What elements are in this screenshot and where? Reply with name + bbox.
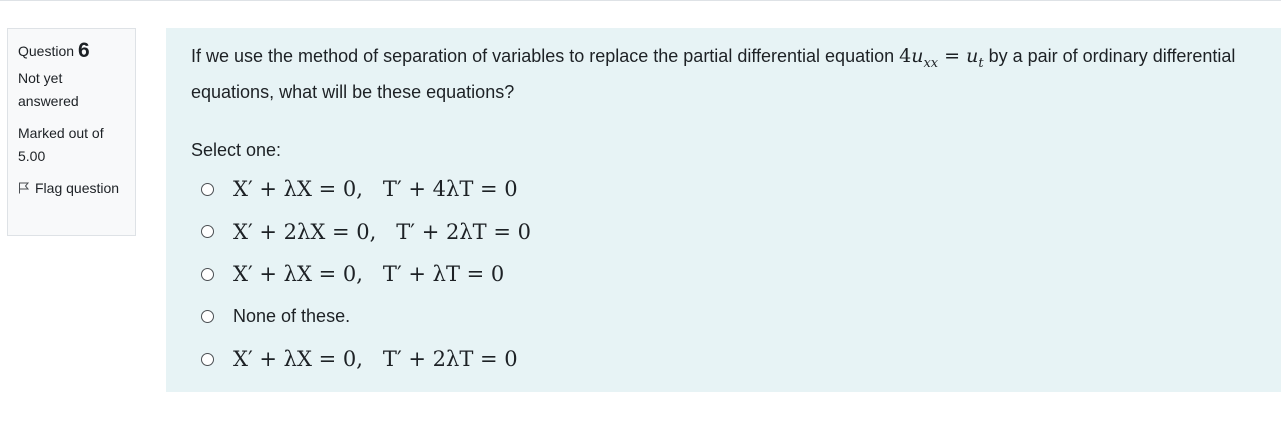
pde-equation: 4uxx = ut bbox=[899, 45, 984, 71]
question-state: Not yet answered bbox=[18, 70, 79, 109]
answer-text: X′ + λX = 0, T′ + λT = 0 bbox=[233, 262, 505, 287]
answer-option-e[interactable]: X′ + λX = 0, T′ + 2λT = 0 bbox=[201, 338, 1281, 381]
question-text-before: If we use the method of separation of va… bbox=[191, 46, 900, 66]
question-grade: Marked out of 5.00 bbox=[18, 125, 104, 164]
answer-list: X′ + λX = 0, T′ + 4λT = 0 X′ + 2λX = 0, … bbox=[201, 168, 1281, 381]
radio-button[interactable] bbox=[201, 352, 214, 366]
question-heading: Question 6 bbox=[18, 39, 125, 63]
answer-option-c[interactable]: X′ + λX = 0, T′ + λT = 0 bbox=[201, 253, 1281, 296]
select-prompt: Select one: bbox=[191, 139, 282, 160]
question-content: If we use the method of separation of va… bbox=[166, 28, 1281, 392]
flag-question-link[interactable]: Flag question bbox=[18, 177, 125, 200]
radio-button[interactable] bbox=[201, 225, 214, 239]
flag-icon bbox=[19, 182, 30, 194]
flag-label: Flag question bbox=[35, 180, 120, 196]
radio-button[interactable] bbox=[201, 310, 214, 324]
answer-text: None of these. bbox=[233, 306, 351, 327]
radio-button[interactable] bbox=[201, 182, 214, 196]
question-info-panel: Question 6 Not yet answered Marked out o… bbox=[7, 28, 136, 236]
question-number: 6 bbox=[77, 39, 90, 62]
answer-option-a[interactable]: X′ + λX = 0, T′ + 4λT = 0 bbox=[201, 168, 1281, 211]
answer-option-b[interactable]: X′ + 2λX = 0, T′ + 2λT = 0 bbox=[201, 210, 1281, 253]
question-text: If we use the method of separation of va… bbox=[191, 42, 1276, 106]
answer-text: X′ + λX = 0, T′ + 4λT = 0 bbox=[233, 177, 518, 202]
top-divider bbox=[0, 0, 1281, 1]
question-label: Question bbox=[18, 43, 75, 59]
answer-option-d[interactable]: None of these. bbox=[201, 295, 1281, 338]
answer-text: X′ + λX = 0, T′ + 2λT = 0 bbox=[233, 347, 518, 372]
answer-text: X′ + 2λX = 0, T′ + 2λT = 0 bbox=[233, 219, 531, 244]
radio-button[interactable] bbox=[201, 267, 214, 281]
